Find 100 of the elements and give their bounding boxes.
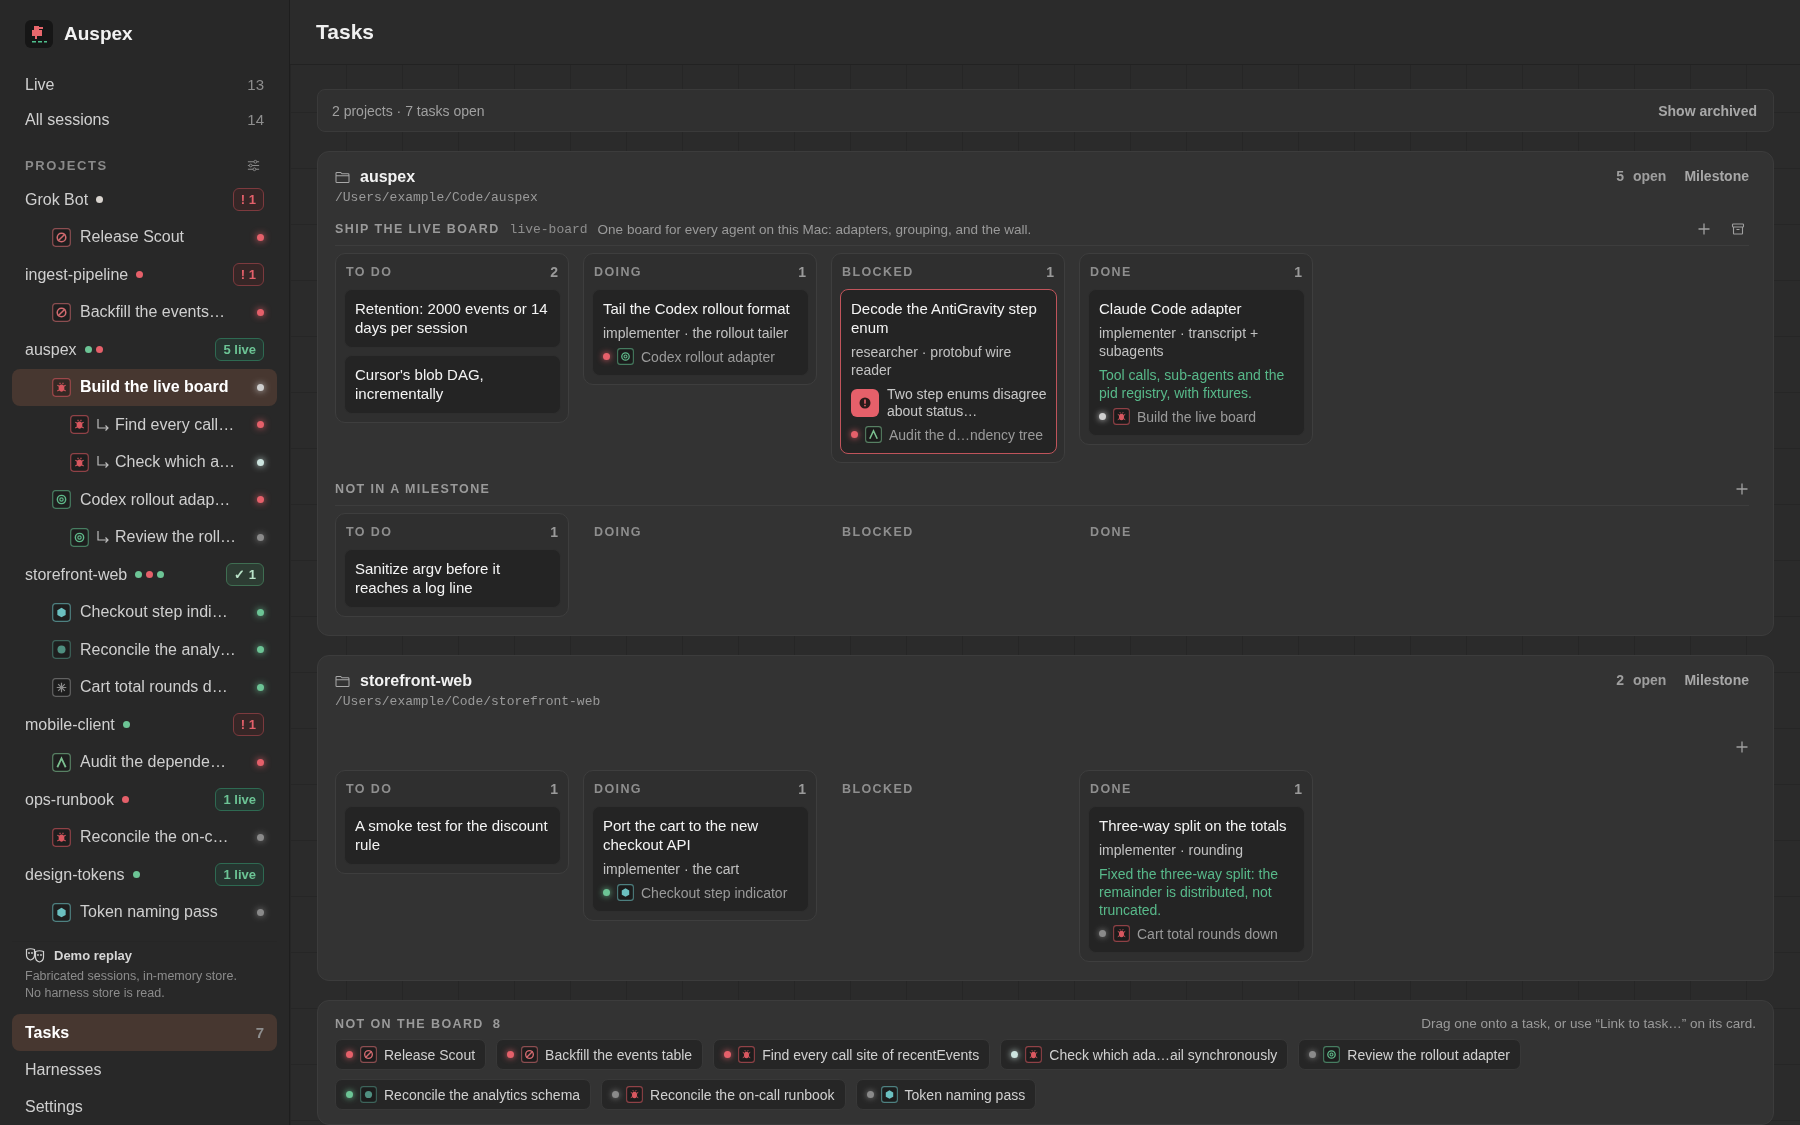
linked-session[interactable]: Audit the d…ndency tree bbox=[851, 426, 1047, 443]
session-item[interactable]: Reconcile the analy… bbox=[12, 631, 277, 669]
task-card[interactable]: A smoke test for the discount rule bbox=[344, 806, 561, 865]
column-title: DOING bbox=[594, 265, 642, 279]
linked-session[interactable]: Build the live board bbox=[1099, 408, 1295, 425]
nav-item[interactable]: Settings bbox=[12, 1088, 277, 1125]
session-chip[interactable]: Backfill the events table bbox=[496, 1039, 704, 1070]
open-count: 2 bbox=[1616, 672, 1624, 688]
nav-item[interactable]: Live 13 bbox=[12, 67, 277, 103]
session-chip[interactable]: Find every call site of recentEvents bbox=[713, 1039, 991, 1070]
bug-icon bbox=[70, 452, 89, 472]
project-name[interactable]: design-tokens bbox=[25, 865, 125, 884]
session-item[interactable]: Token naming pass bbox=[12, 893, 277, 931]
session-item[interactable]: Checkout step indi… bbox=[12, 593, 277, 631]
section-title: NOT ON THE BOARD bbox=[335, 1016, 484, 1031]
project-badge: 1 live bbox=[215, 788, 264, 812]
nav-item[interactable]: Tasks 7 bbox=[12, 1014, 277, 1051]
loop-icon bbox=[360, 1046, 377, 1063]
column-title: DONE bbox=[1090, 265, 1132, 279]
session-chip[interactable]: Release Scout bbox=[335, 1039, 487, 1070]
alert-icon bbox=[851, 389, 879, 417]
session-chip[interactable]: Review the rollout adapter bbox=[1298, 1039, 1521, 1070]
section-label: PROJECTS bbox=[25, 158, 109, 174]
spark-icon bbox=[52, 677, 71, 697]
linked-session[interactable]: Checkout step indicator bbox=[603, 884, 799, 901]
task-card[interactable]: Sanitize argv before it reaches a log line bbox=[344, 549, 561, 608]
task-meta: implementer · the rollout tailer bbox=[603, 324, 790, 342]
task-card[interactable]: Port the cart to the new checkout API implementer · the cart Checkout step indicator bbox=[592, 806, 809, 912]
child-arrow-icon bbox=[96, 455, 110, 470]
cube-icon bbox=[52, 602, 71, 622]
plus-icon[interactable] bbox=[1735, 482, 1749, 496]
project-name[interactable]: auspex bbox=[25, 340, 77, 359]
session-item[interactable]: Cart total rounds d… bbox=[12, 668, 277, 706]
session-item[interactable]: Check which a… bbox=[12, 443, 277, 481]
column-title: DOING bbox=[594, 525, 642, 539]
task-card[interactable]: Tail the Codex rollout format implementer · the rollout tailer Codex rollout adapter bbox=[592, 289, 809, 376]
session-chip[interactable]: Reconcile the analytics schema bbox=[335, 1079, 592, 1110]
linked-session[interactable]: Cart total rounds down bbox=[1099, 925, 1295, 942]
task-card[interactable]: Retention: 2000 events or 14 days per session bbox=[344, 289, 561, 348]
task-meta: implementer · the cart bbox=[603, 860, 741, 878]
session-item[interactable]: Find every call… bbox=[12, 406, 277, 444]
session-item[interactable]: Backfill the events… bbox=[12, 293, 277, 331]
session-item[interactable]: Build the live board bbox=[12, 368, 277, 406]
column-title: DONE bbox=[1090, 525, 1132, 539]
show-archived-button[interactable]: Show archived bbox=[1658, 102, 1757, 119]
session-item[interactable]: Audit the depende… bbox=[12, 743, 277, 781]
session-chip[interactable]: Check which ada…ail synchronously bbox=[1000, 1039, 1289, 1070]
project-name[interactable]: ingest-pipeline bbox=[25, 265, 129, 284]
column-count: 1 bbox=[1046, 264, 1054, 280]
milestone-button[interactable]: Milestone bbox=[1684, 672, 1749, 688]
task-card[interactable]: Decode the AntiGravity step enum researcher · protobuf wire reader Two step enums disagree about status… Audit the d…ndency tree bbox=[840, 289, 1057, 454]
peak-icon bbox=[865, 426, 882, 443]
task-title: Port the cart to the new checkout API bbox=[603, 816, 760, 854]
task-title: Sanitize argv before it reaches a log line bbox=[355, 559, 502, 597]
project-name[interactable]: storefront-web bbox=[25, 565, 128, 584]
knot-icon bbox=[70, 527, 89, 547]
project-badge: ! 1 bbox=[232, 263, 264, 287]
session-item[interactable]: Release Scout bbox=[12, 218, 277, 256]
open-label: open bbox=[1632, 168, 1667, 184]
plus-icon[interactable] bbox=[1735, 740, 1749, 754]
task-title: Cursor's blob DAG, incrementally bbox=[355, 365, 485, 403]
project-name[interactable]: ops-runbook bbox=[25, 790, 114, 809]
nav-item[interactable]: All sessions 14 bbox=[12, 102, 277, 137]
task-note: Tool calls, sub-agents and the pid registry, with fixtures. bbox=[1099, 366, 1286, 402]
milestone-slug: live-board bbox=[509, 221, 588, 237]
task-card[interactable]: Claude Code adapter implementer · transcript + subagents Tool calls, sub-agents and the pid registry, with fixtures. Build the live board bbox=[1088, 289, 1305, 436]
task-card[interactable]: Three-way split on the totals implementer · rounding Fixed the three-way split: the remainder is distributed, not truncated. Cart total rounds down bbox=[1088, 806, 1305, 953]
nav-item[interactable]: Harnesses bbox=[12, 1051, 277, 1088]
bug-icon bbox=[70, 415, 89, 435]
project-badge: ! 1 bbox=[232, 188, 264, 212]
session-item[interactable]: Codex rollout adap… bbox=[12, 481, 277, 519]
project-name[interactable]: mobile-client bbox=[25, 715, 115, 734]
task-card[interactable]: Cursor's blob DAG, incrementally bbox=[344, 355, 561, 414]
task-note: Fixed the three-way split: the remainder is distributed, not truncated. bbox=[1099, 865, 1279, 919]
folder-icon bbox=[335, 674, 350, 688]
loop-icon bbox=[52, 227, 71, 247]
column-count: 1 bbox=[550, 524, 558, 540]
session-chip[interactable]: Token naming pass bbox=[855, 1079, 1037, 1110]
child-arrow-icon bbox=[96, 417, 110, 432]
gear-icon bbox=[52, 640, 71, 660]
sliders-icon[interactable] bbox=[246, 158, 261, 174]
session-chip[interactable]: Reconcile the on-call runbook bbox=[601, 1079, 846, 1110]
column-title: TO DO bbox=[346, 525, 393, 539]
column-title: BLOCKED bbox=[842, 525, 914, 539]
demo-title: Demo replay bbox=[54, 947, 133, 963]
column-count: 1 bbox=[798, 781, 806, 797]
loop-icon bbox=[521, 1046, 539, 1063]
milestone-button[interactable]: Milestone bbox=[1684, 168, 1749, 184]
task-title: Three-way split on the totals bbox=[1099, 816, 1288, 835]
session-item[interactable]: Review the roll… bbox=[12, 518, 277, 556]
project-name[interactable]: Grok Bot bbox=[25, 190, 89, 209]
task-title: Claude Code adapter bbox=[1099, 299, 1243, 318]
session-item[interactable]: Reconcile the on-c… bbox=[12, 818, 277, 856]
summary-text: 2 projects · 7 tasks open bbox=[332, 102, 486, 119]
theater-masks-icon bbox=[25, 947, 45, 963]
linked-session[interactable]: Codex rollout adapter bbox=[603, 348, 799, 365]
blocker-text: Two step enums disagree about status… bbox=[887, 386, 1047, 420]
archive-icon[interactable] bbox=[1731, 222, 1745, 236]
loop-icon bbox=[52, 302, 71, 322]
plus-icon[interactable] bbox=[1697, 222, 1711, 236]
